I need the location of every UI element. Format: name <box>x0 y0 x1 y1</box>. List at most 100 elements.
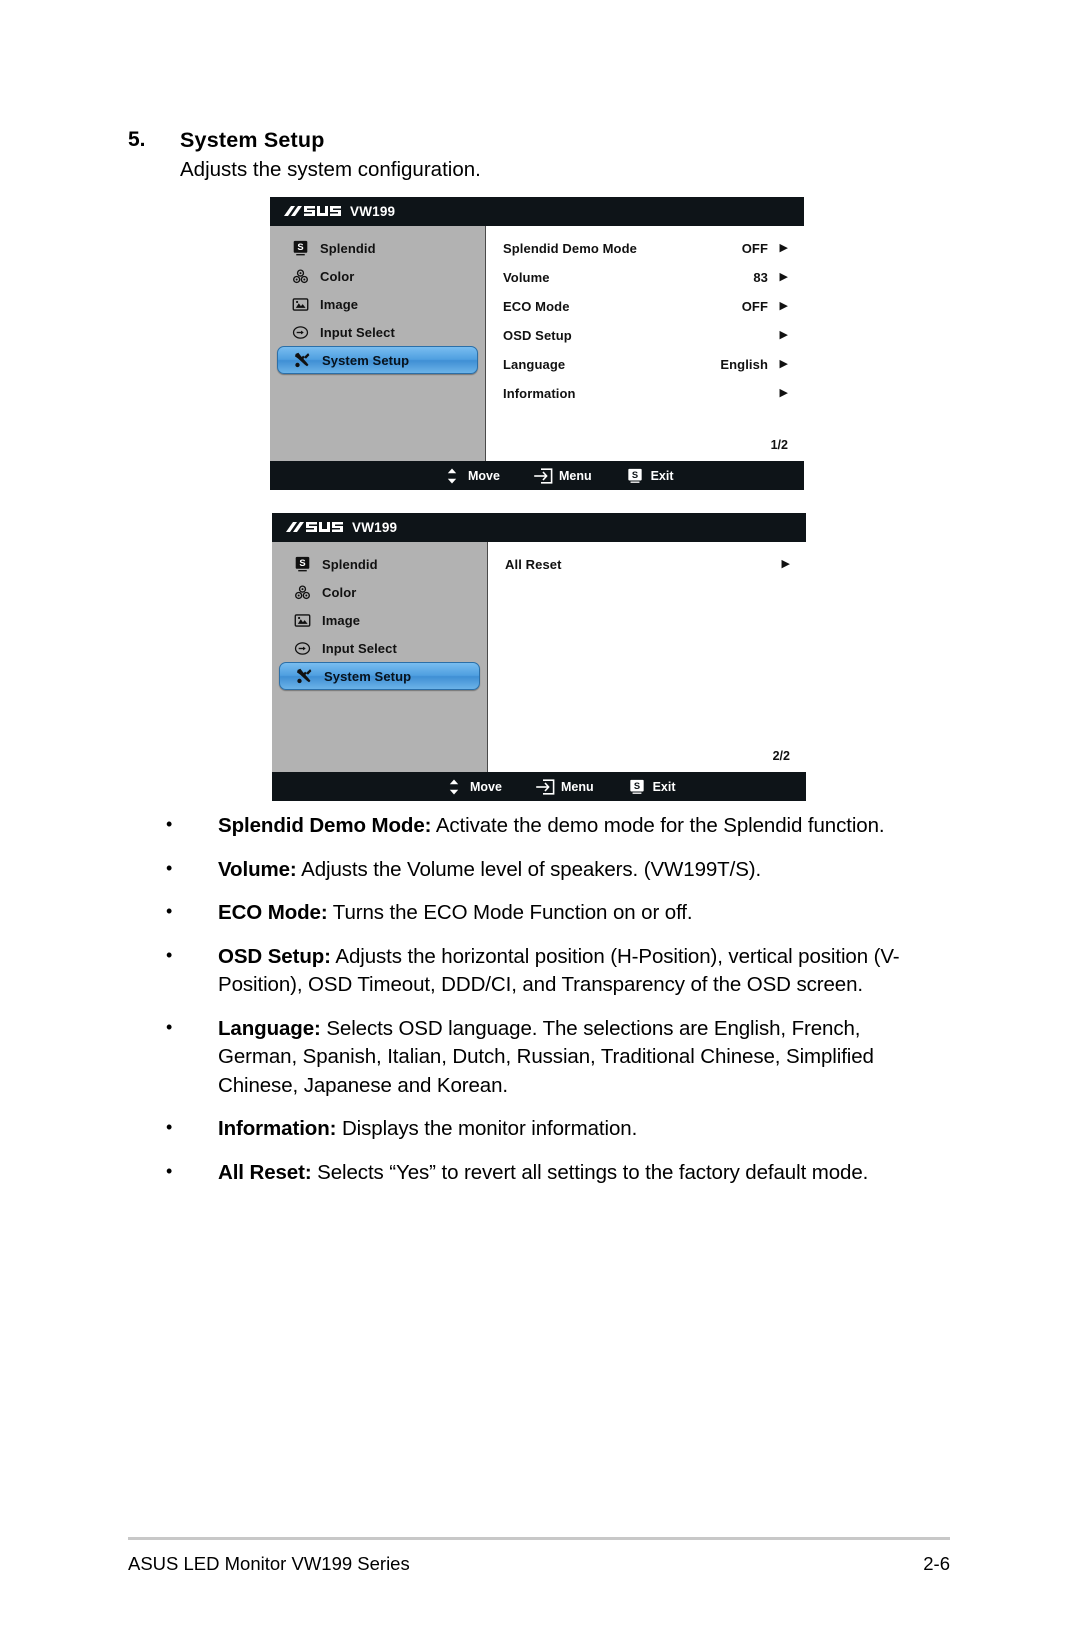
footer-action-exit[interactable]: S Exit <box>627 778 676 796</box>
svg-text:S: S <box>631 470 637 480</box>
splendid-s-icon: S <box>625 467 645 485</box>
list-item: ECO Mode: Turns the ECO Mode Function on… <box>162 897 932 928</box>
option-value: OFF <box>741 299 768 314</box>
osd-footer: Move Menu S Exit <box>272 772 806 801</box>
svg-text:S: S <box>299 558 305 568</box>
option-label: All Reset <box>505 557 562 572</box>
option-row-volume[interactable]: Volume 83 ▶ <box>486 263 804 292</box>
menu-enter-icon <box>535 778 555 796</box>
move-updown-icon <box>444 778 464 796</box>
chevron-right-icon: ▶ <box>779 300 788 312</box>
list-item-text: Displays the monitor information. <box>336 1117 638 1140</box>
splendid-icon: S <box>290 238 310 258</box>
osd-titlebar: VW199 <box>270 197 804 226</box>
option-label: ECO Mode <box>503 299 570 314</box>
color-icon <box>290 266 310 286</box>
page-indicator: 1/2 <box>770 438 788 452</box>
footer-action-label: Exit <box>650 468 674 483</box>
system-setup-icon <box>294 666 314 686</box>
sidebar-item-image[interactable]: Image <box>276 290 479 318</box>
footer-action-exit[interactable]: S Exit <box>625 467 674 485</box>
osd-body: S Splendid Color Image Input Select Syst… <box>270 226 804 461</box>
footer-action-menu[interactable]: Menu <box>535 778 594 796</box>
footer-action-move[interactable]: Move <box>444 778 502 796</box>
footer-action-label: Menu <box>558 468 592 483</box>
footer-action-label: Move <box>470 779 502 794</box>
osd-options-panel: All Reset ▶ 2/2 <box>488 542 806 772</box>
sidebar-item-label: Color <box>322 584 357 600</box>
section-subtitle: Adjusts the system configuration. <box>180 158 481 181</box>
sidebar-item-input-select[interactable]: Input Select <box>278 634 481 662</box>
list-item-term: Volume: <box>218 857 297 881</box>
svg-text:S: S <box>297 242 303 252</box>
sidebar-item-label: System Setup <box>324 668 412 684</box>
list-item: Splendid Demo Mode: Activate the demo mo… <box>162 810 932 841</box>
osd-model-label: VW199 <box>352 520 398 535</box>
option-value: English <box>720 357 768 372</box>
input-select-icon <box>290 322 310 342</box>
footer-document-title: ASUS LED Monitor VW199 Series <box>128 1553 410 1574</box>
sidebar-item-image[interactable]: Image <box>278 606 481 634</box>
option-row-eco-mode[interactable]: ECO Mode OFF ▶ <box>486 292 804 321</box>
image-icon <box>292 610 312 630</box>
footer-action-move[interactable]: Move <box>442 467 500 485</box>
footer-action-label: Exit <box>652 779 676 794</box>
osd-options-panel: Splendid Demo Mode OFF ▶ Volume 83 ▶ ECO… <box>486 226 804 461</box>
osd-body: S Splendid Color Image Input Select Syst… <box>272 542 806 772</box>
sidebar-item-input-select[interactable]: Input Select <box>276 318 479 346</box>
sidebar-item-label: Image <box>320 296 359 312</box>
footer-page-number: 2-6 <box>923 1553 950 1574</box>
list-item: All Reset: Selects “Yes” to revert all s… <box>162 1157 932 1188</box>
sidebar-item-label: Splendid <box>320 240 376 256</box>
sidebar-item-splendid[interactable]: S Splendid <box>276 234 479 262</box>
osd-sidebar: S Splendid Color Image Input Select Syst… <box>272 542 488 772</box>
sidebar-item-label: System Setup <box>322 352 410 368</box>
move-updown-icon <box>442 467 462 485</box>
list-item: OSD Setup: Adjusts the horizontal positi… <box>162 941 932 1000</box>
sidebar-item-system-setup[interactable]: System Setup <box>279 662 480 690</box>
option-row-splendid-demo-mode[interactable]: Splendid Demo Mode OFF ▶ <box>486 234 804 263</box>
osd-sidebar: S Splendid Color Image Input Select Syst… <box>270 226 486 461</box>
footer-action-menu[interactable]: Menu <box>533 467 592 485</box>
option-row-all-reset[interactable]: All Reset ▶ <box>488 550 806 579</box>
sidebar-item-splendid[interactable]: S Splendid <box>278 550 481 578</box>
footer-divider <box>128 1537 950 1540</box>
list-item-text: Turns the ECO Mode Function on or off. <box>327 901 693 924</box>
osd-screenshot-page-1: VW199 S Splendid Color Image Input Selec… <box>270 197 804 490</box>
sidebar-item-color[interactable]: Color <box>278 578 481 606</box>
sidebar-item-label: Color <box>320 268 355 284</box>
sidebar-item-system-setup[interactable]: System Setup <box>277 346 478 374</box>
option-label: Information <box>503 386 576 401</box>
image-icon <box>290 294 310 314</box>
manual-page: 5. System Setup Adjusts the system confi… <box>0 0 1080 1627</box>
sidebar-item-label: Input Select <box>322 640 397 656</box>
option-row-language[interactable]: Language English ▶ <box>486 350 804 379</box>
option-value: 83 <box>753 270 768 285</box>
sidebar-item-color[interactable]: Color <box>276 262 479 290</box>
list-item: Volume: Adjusts the Volume level of spea… <box>162 854 932 885</box>
sidebar-item-label: Input Select <box>320 324 395 340</box>
list-item-text: Adjusts the Volume level of speakers. (V… <box>296 857 762 881</box>
svg-text:S: S <box>633 781 639 791</box>
option-label: Volume <box>503 270 550 285</box>
asus-logo <box>284 205 343 218</box>
splendid-icon: S <box>292 554 312 574</box>
chevron-right-icon: ▶ <box>779 242 788 254</box>
footer-action-label: Menu <box>560 779 594 794</box>
option-label: OSD Setup <box>503 328 572 343</box>
list-item: Language: Selects OSD language. The sele… <box>162 1013 932 1101</box>
page-indicator: 2/2 <box>772 749 790 763</box>
color-icon <box>292 582 312 602</box>
feature-description-list: Splendid Demo Mode: Activate the demo mo… <box>162 810 932 1202</box>
option-row-osd-setup[interactable]: OSD Setup ▶ <box>486 321 804 350</box>
page-title: System Setup <box>180 128 325 152</box>
list-item-term: Information: <box>218 1117 337 1140</box>
option-row-information[interactable]: Information ▶ <box>486 379 804 408</box>
option-value: OFF <box>741 241 768 256</box>
osd-model-label: VW199 <box>350 204 396 219</box>
osd-screenshot-page-2: VW199 S Splendid Color Image Input Selec… <box>272 513 806 801</box>
chevron-right-icon: ▶ <box>781 558 790 570</box>
osd-footer: Move Menu S Exit <box>270 461 804 490</box>
option-label: Splendid Demo Mode <box>503 241 637 256</box>
list-item: Information: Displays the monitor inform… <box>162 1113 932 1144</box>
